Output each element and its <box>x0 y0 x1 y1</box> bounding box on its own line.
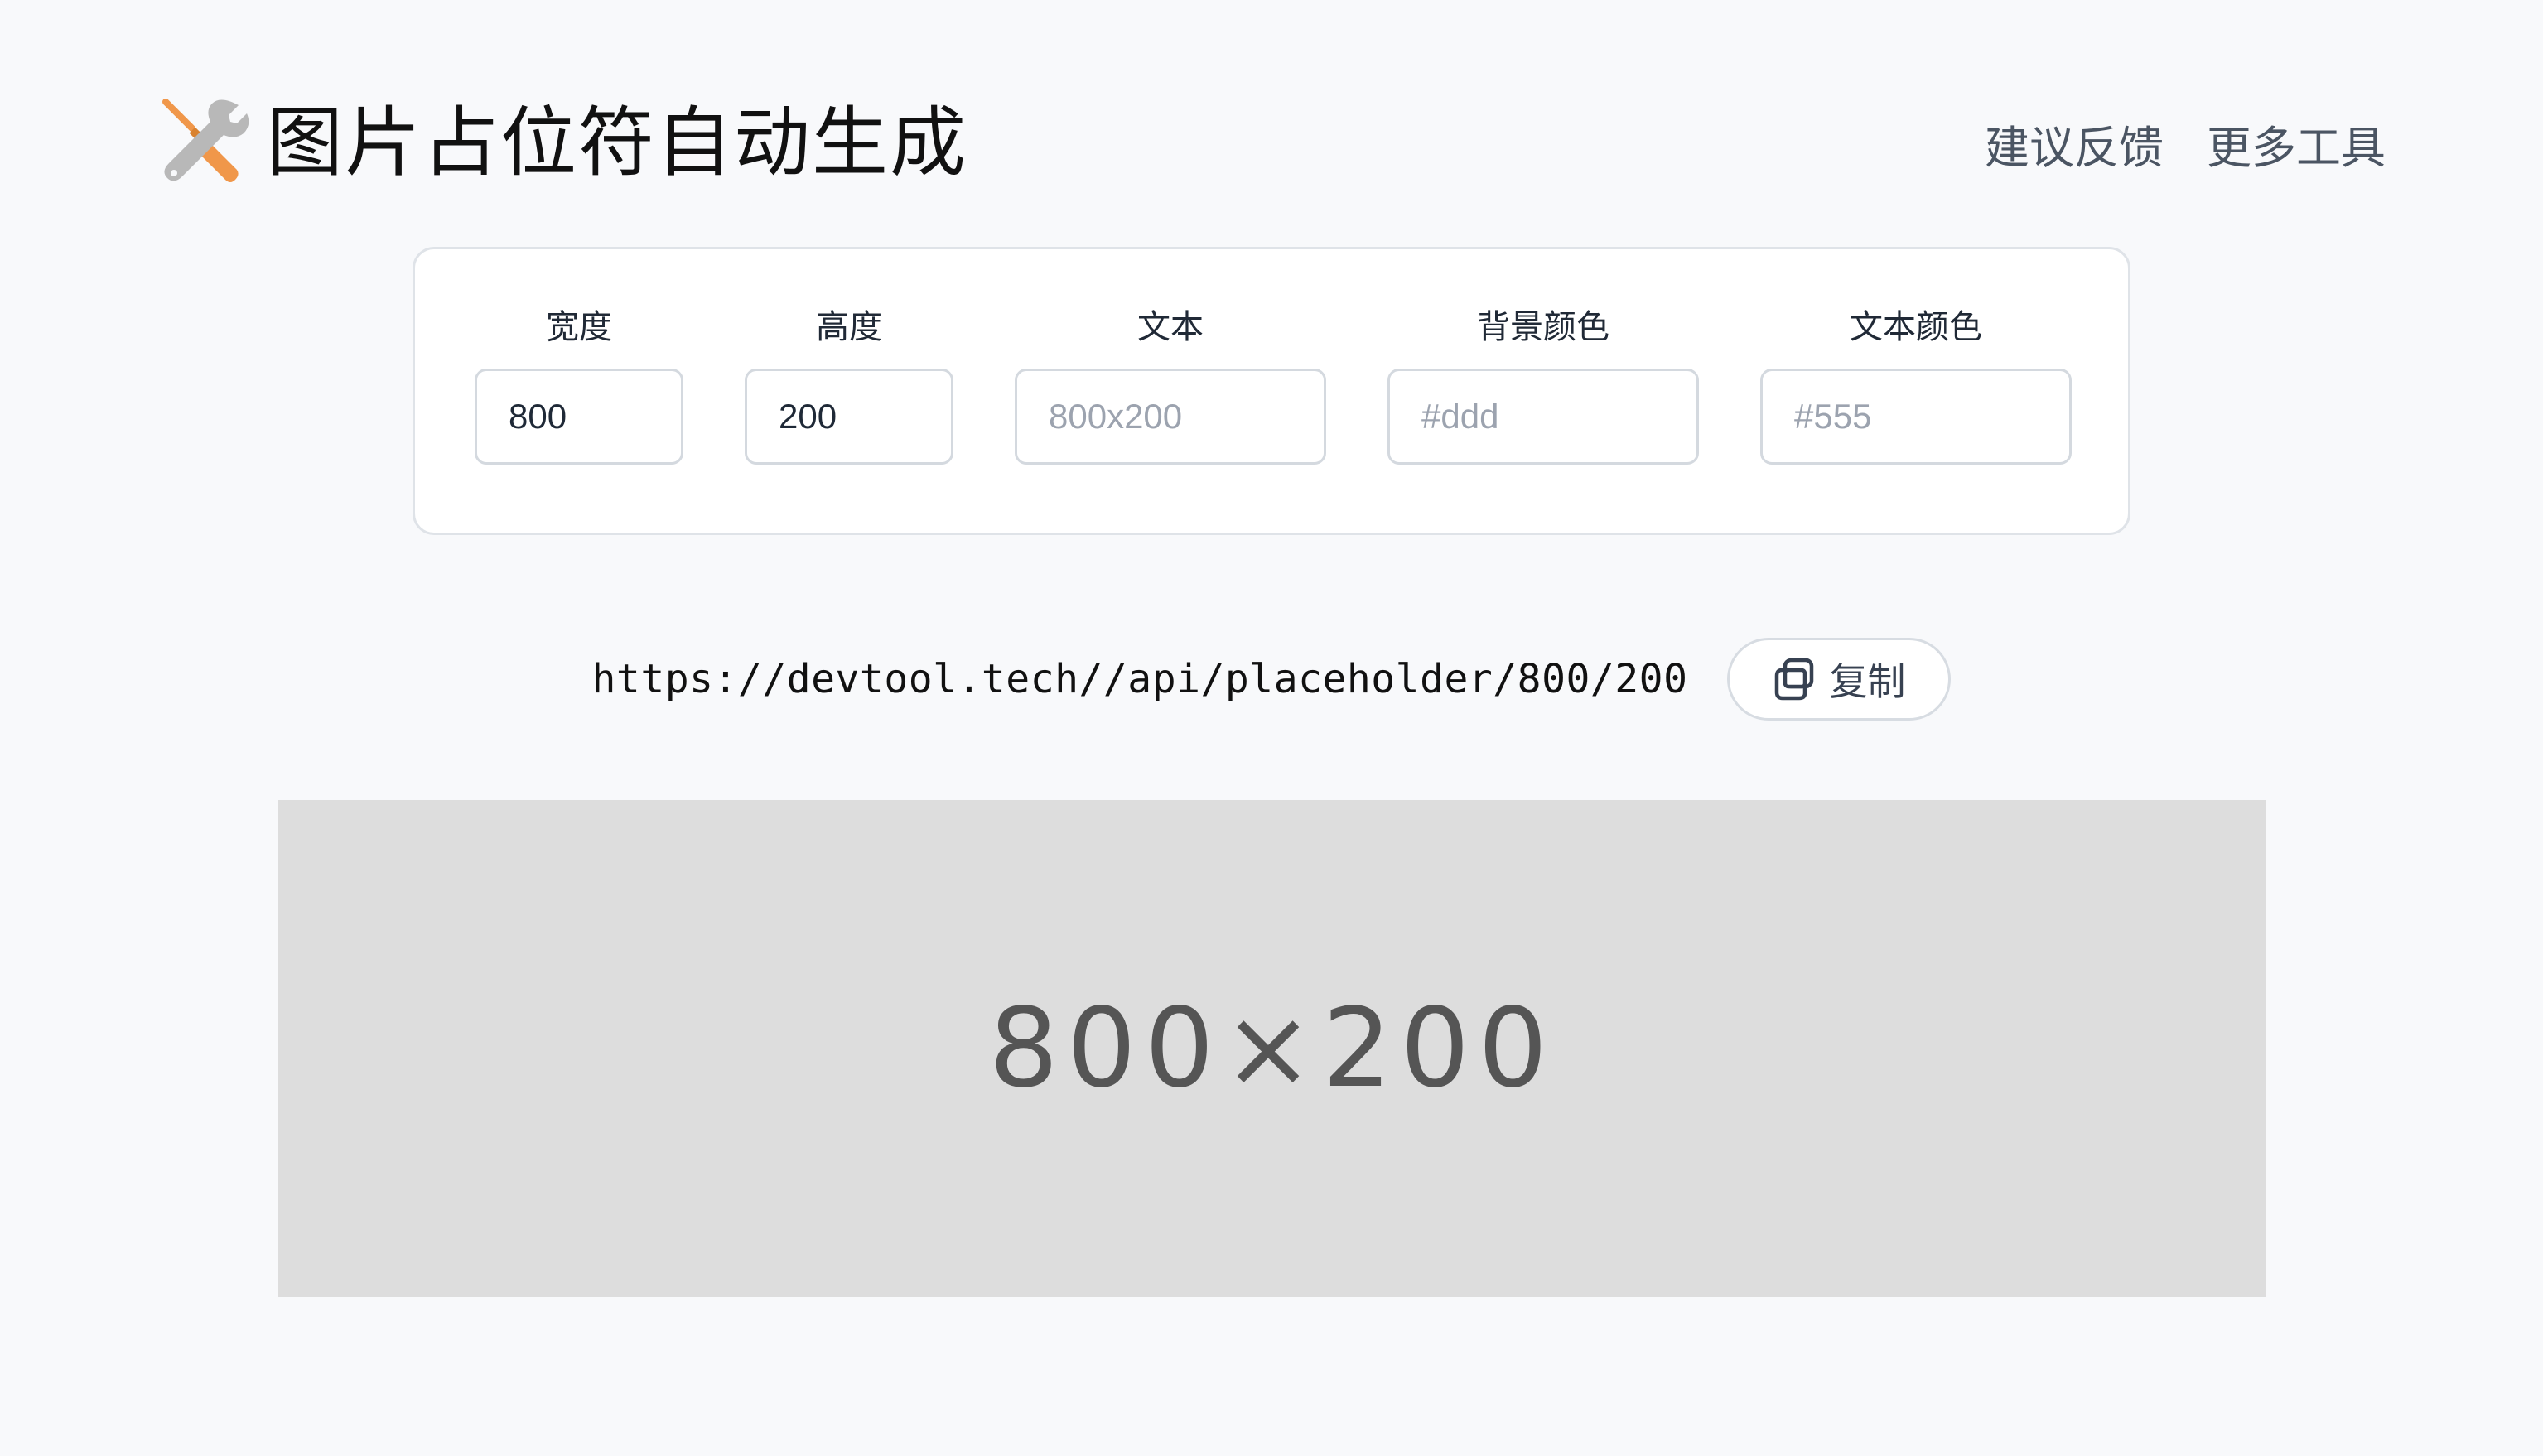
preview-text: 800×200 <box>988 985 1556 1112</box>
height-field: 高度 <box>745 306 953 533</box>
page-header: 图片占位符自动生成 建议反馈 更多工具 <box>157 98 2386 189</box>
copy-button[interactable]: 复制 <box>1727 638 1952 721</box>
text-label: 文本 <box>1137 309 1204 345</box>
nav-feedback-link[interactable]: 建议反馈 <box>1985 111 2164 176</box>
width-label: 宽度 <box>546 309 612 345</box>
width-input[interactable] <box>475 369 683 465</box>
url-row: https://devtool.tech//api/placeholder/80… <box>0 636 2543 722</box>
copy-icon <box>1775 658 1814 701</box>
top-nav: 建议反馈 更多工具 <box>1985 111 2386 176</box>
bg-color-input[interactable] <box>1387 369 1699 465</box>
settings-card: 宽度 高度 文本 背景颜色 文本颜色 <box>413 247 2130 535</box>
text-color-input[interactable] <box>1760 369 2072 465</box>
width-field: 宽度 <box>475 306 683 533</box>
text-color-field: 文本颜色 <box>1760 306 2072 533</box>
tools-icon <box>162 99 249 182</box>
bg-color-label: 背景颜色 <box>1477 309 1609 345</box>
text-field: 文本 <box>1015 306 1326 533</box>
brand: 图片占位符自动生成 <box>157 97 967 190</box>
text-input[interactable] <box>1015 369 1326 465</box>
height-input[interactable] <box>745 369 953 465</box>
generated-url: https://devtool.tech//api/placeholder/80… <box>591 656 1688 702</box>
bg-color-field: 背景颜色 <box>1387 306 1699 533</box>
page-title: 图片占位符自动生成 <box>267 99 968 187</box>
placeholder-preview: 800×200 <box>278 800 2266 1297</box>
copy-label: 复制 <box>1829 660 1906 703</box>
text-color-label: 文本颜色 <box>1850 309 1982 345</box>
nav-more-tools-link[interactable]: 更多工具 <box>2207 111 2386 176</box>
height-label: 高度 <box>816 309 882 345</box>
